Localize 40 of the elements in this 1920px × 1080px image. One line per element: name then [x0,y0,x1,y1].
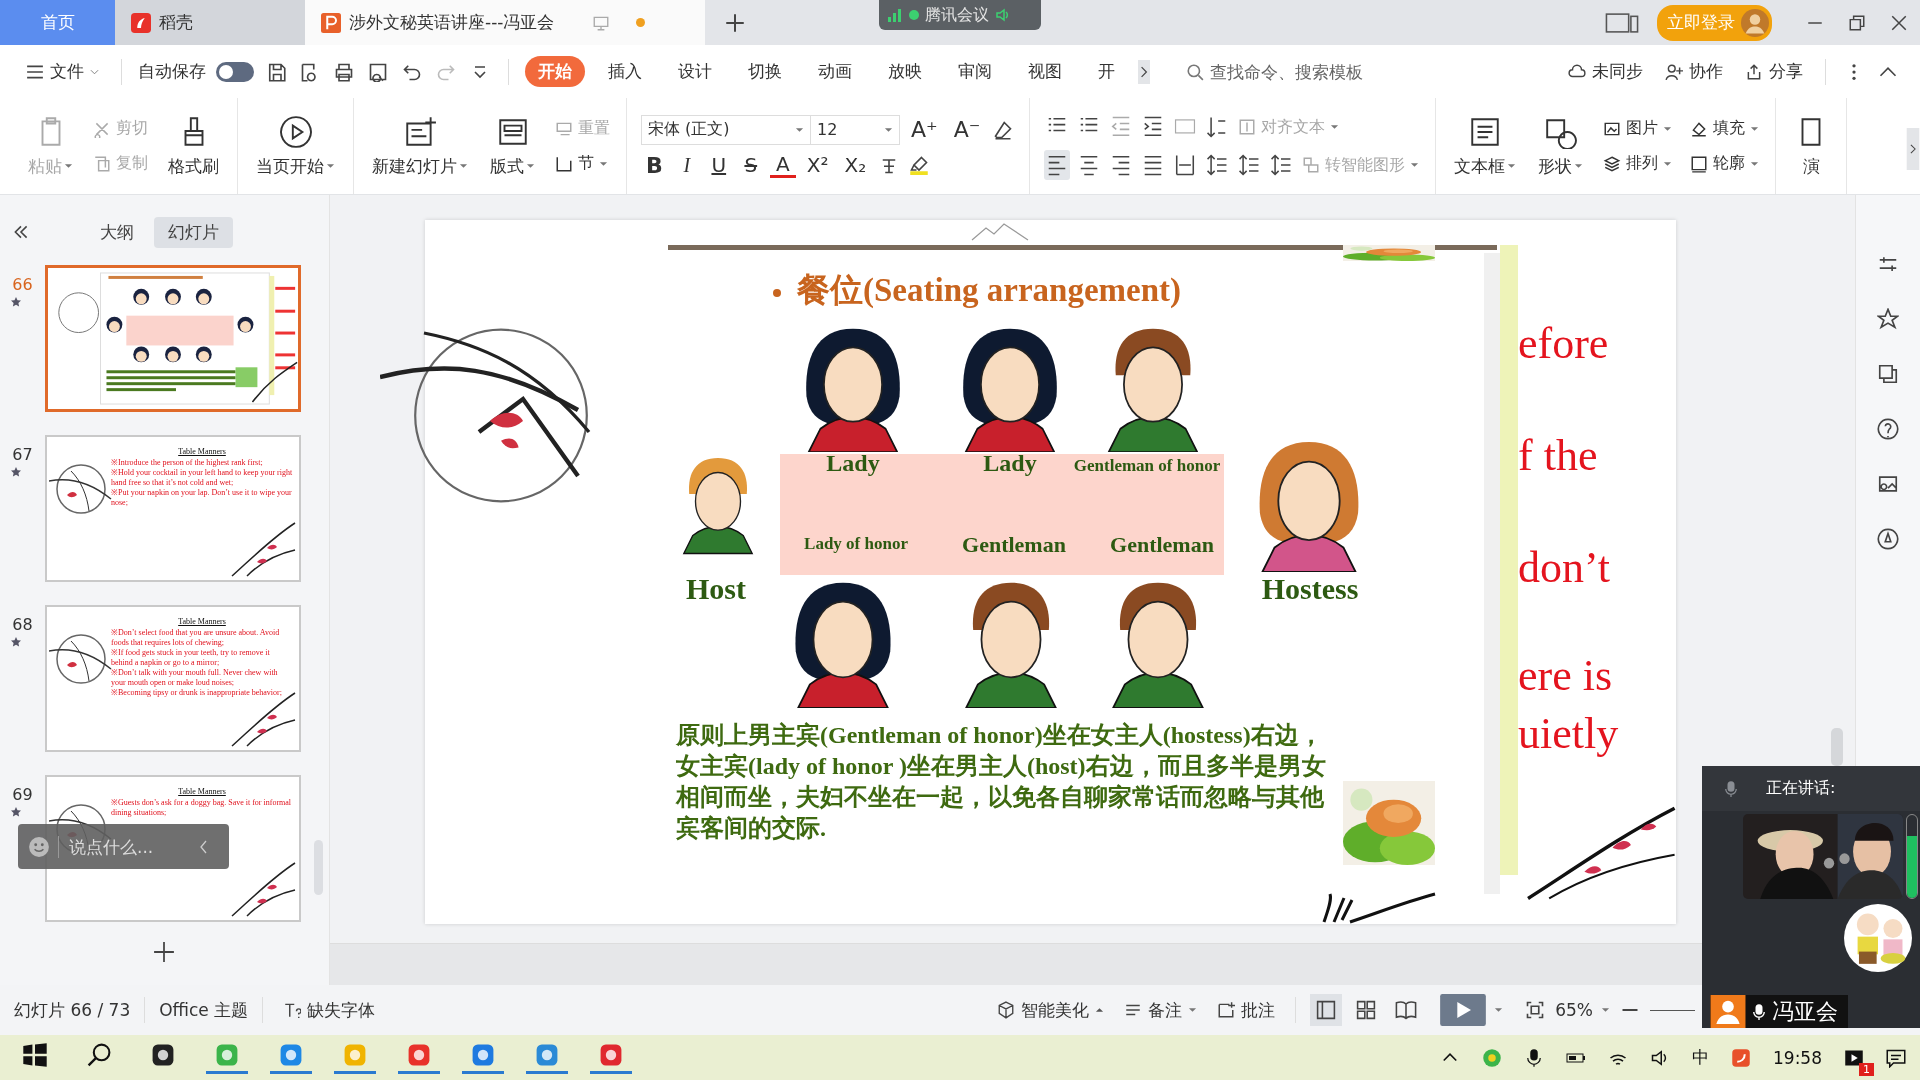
slide-number: 67 [12,445,33,464]
tab-title: 稻壳 [159,11,193,34]
seat-label: Lady [983,450,1037,477]
slide-heading: Table Manners [177,787,227,796]
slide-paragraph: 原则上男主宾(Gentleman of honor)坐在女主人(hostess)右边，女主宾(lady of honor )坐在男主人(host)右边，而且多半是男女相间而坐，夫妇不坐在一起，以免各自聊家常话而忽略与其他宾客间的交际. [676,721,1327,843]
theme-name: Office 主题 [159,998,249,1022]
slide-text: ※Guests don’s ask for a doggy bag. Save it for informal dining situations; [111,798,293,818]
slide-text: ※Becoming tipsy or drunk is inappropriate behavior; [111,688,283,698]
tab-title: 涉外文秘英语讲座---冯亚会 [349,11,555,34]
slide-text: efore [1518,318,1609,369]
slide-text: ※Don’t talk with your mouth full. Never chew with your mouth open or make loud noises; [111,668,279,688]
seat-label: Gentleman [962,532,1066,558]
speaking-status: 正在讲话: [1766,778,1836,799]
seat-label: Lady of honor [804,534,908,554]
seat-label: Host [686,572,746,606]
seat-label: Lady [826,450,880,477]
slide-text: uietly [1518,708,1619,759]
slide-title: 餐位(Seating arrangement) [797,271,1181,310]
seat-label: Gentleman [1110,532,1214,558]
slide-text: ※Don’t select food that you are unsure about. Avoid foods that requires lots of chewing; [111,628,281,648]
meeting-app-name: 腾讯会议 [925,4,989,26]
speaker-name: 冯亚会 [1772,997,1838,1026]
slide-text: ※If food gets stuck in your teeth, try to remove it behind a napkin or go to a mirror; [111,648,271,668]
tab-title: 首页 [40,11,75,34]
slide-number: 68 [12,615,33,634]
slide-text: don’t [1518,542,1611,593]
slide-counter: 幻灯片 66 / 73 [14,998,131,1022]
slide-number: 66 [12,275,33,294]
slide-heading: Table Manners [177,447,227,456]
seat-label: Hostess [1261,572,1359,606]
slide-number: 69 [12,785,33,804]
slide-text: f the [1518,430,1598,481]
slide-heading: Table Manners [177,617,227,626]
slide-text: ere is [1518,650,1613,701]
seat-label: Gentleman of honor [1073,456,1221,476]
slide-text: ※Introduce the person of the highest rank first; [111,458,264,468]
slide-text: ※Hold your cocktail in your left hand to keep your right hand free so that it’s not cold and wet; [111,468,293,488]
notification-badge: 1 [1859,1062,1874,1076]
autosave-label: 自动保存 [138,60,206,83]
slide-text: ※Put your napkin on your lap. Don’t use it to wipe your nose; [111,488,293,508]
